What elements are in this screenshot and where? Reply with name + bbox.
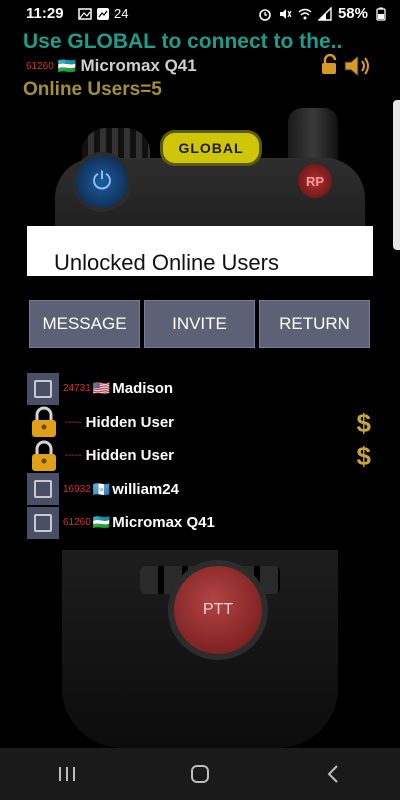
user-flag: 🇺🇿 [92, 514, 111, 531]
device-id: 61260 [26, 60, 54, 72]
user-name: william24 [112, 480, 179, 498]
device-name: Micromax Q41 [80, 56, 197, 75]
recent-apps-button[interactable] [37, 754, 97, 794]
dialog-title: Unlocked Online Users [54, 250, 279, 275]
navigation-bar [0, 748, 400, 800]
user-checkbox[interactable] [27, 473, 59, 506]
user-id: 16932 [63, 483, 91, 495]
user-name: Hidden User [85, 413, 175, 431]
list-item[interactable]: ----- Hidden User $ [27, 406, 373, 440]
list-item[interactable]: ----- Hidden User $ [27, 439, 373, 473]
notification-icons: 24 [78, 6, 128, 21]
mute-icon [279, 8, 292, 19]
unlock-icon[interactable] [320, 54, 340, 76]
dollar-icon[interactable]: $ [357, 408, 371, 439]
user-flag: 🇺🇸 [92, 380, 111, 397]
online-users-dialog: Unlocked Online Users MESSAGE INVITE RET… [27, 226, 373, 550]
image-icon [97, 7, 109, 20]
battery-icon [376, 7, 386, 21]
invite-button[interactable]: INVITE [144, 300, 255, 348]
padlock-icon[interactable] [27, 439, 61, 473]
user-id: ----- [65, 416, 82, 428]
recent-apps-icon [58, 767, 75, 781]
system-icons: 58% [258, 5, 388, 22]
back-button[interactable] [303, 754, 363, 794]
current-device: 61260 🇺🇿 Micromax Q41 [26, 56, 197, 76]
ptt-button[interactable]: PTT [168, 560, 268, 660]
wifi-icon [298, 8, 312, 19]
side-handle[interactable] [393, 100, 400, 250]
list-item[interactable]: 16932 🇬🇹 william24 [27, 473, 373, 507]
device-flag: 🇺🇿 [57, 58, 77, 75]
user-checkbox[interactable] [27, 372, 59, 405]
power-icon: ⏻ [92, 168, 112, 195]
user-id: 61260 [63, 517, 91, 529]
return-button[interactable]: RETURN [259, 300, 370, 348]
battery-percent: 58% [337, 5, 368, 22]
message-button[interactable]: MESSAGE [29, 300, 140, 348]
list-item[interactable]: 61260 🇺🇿 Micromax Q41 [27, 506, 373, 540]
list-item[interactable]: 24731 🇺🇸 Madison [27, 372, 373, 406]
dialog-button-row: MESSAGE INVITE RETURN [29, 300, 370, 348]
user-list: 24731 🇺🇸 Madison ----- Hidden User $ ---… [27, 372, 373, 540]
status-time: 11:29 [26, 5, 64, 22]
home-icon [190, 765, 209, 783]
online-users-count: Online Users=5 [23, 79, 162, 100]
gallery-icon [78, 7, 92, 20]
user-name: Micromax Q41 [112, 514, 215, 532]
user-name: Hidden User [85, 447, 175, 465]
padlock-icon[interactable] [27, 405, 61, 439]
user-checkbox[interactable] [27, 506, 59, 539]
user-id: ----- [65, 450, 82, 462]
signal-icon [317, 6, 332, 21]
back-icon [327, 765, 339, 783]
global-channel-button[interactable]: GLOBAL [160, 130, 262, 166]
notification-count: 24 [114, 6, 129, 21]
user-flag: 🇬🇹 [92, 480, 111, 497]
user-id: 24731 [63, 383, 91, 395]
status-bar: 11:29 24 58% [0, 0, 400, 28]
rp-button[interactable]: RP [298, 164, 332, 198]
user-name: Madison [112, 380, 174, 398]
header-title: Use GLOBAL to connect to the.. [23, 30, 343, 53]
dollar-icon[interactable]: $ [357, 441, 371, 472]
power-button[interactable]: ⏻ [72, 152, 132, 212]
home-button[interactable] [170, 754, 230, 794]
alarm-icon [259, 8, 271, 21]
speaker-icon[interactable] [342, 52, 374, 80]
